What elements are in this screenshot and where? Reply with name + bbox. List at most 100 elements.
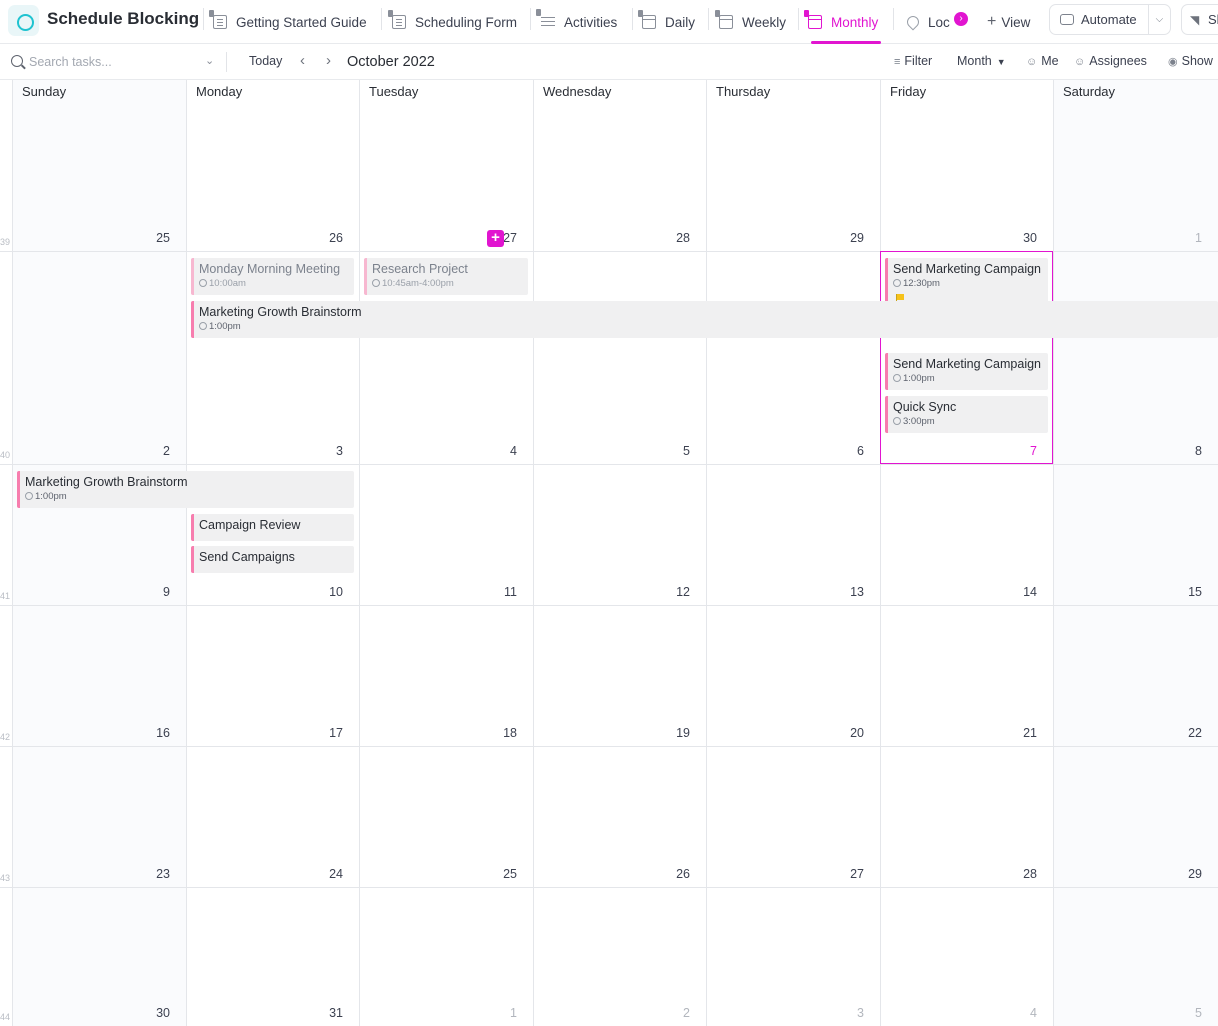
day-cell[interactable] — [359, 605, 533, 746]
day-cell[interactable] — [12, 251, 186, 464]
calendar-event[interactable]: Send Campaigns — [191, 546, 354, 573]
day-cell[interactable] — [533, 746, 706, 887]
eye-icon: ◉ — [1168, 56, 1178, 68]
tab-weekly[interactable]: Weekly — [715, 0, 786, 44]
day-cell[interactable] — [880, 464, 1053, 605]
automate-label: Automate — [1081, 12, 1137, 27]
divider — [530, 8, 531, 30]
calendar-icon — [804, 10, 822, 29]
day-number: 30 — [1023, 231, 1037, 245]
day-cell[interactable] — [12, 746, 186, 887]
day-cell[interactable] — [533, 80, 706, 251]
day-cell[interactable] — [1053, 605, 1218, 746]
tab-activities[interactable]: Activities — [536, 0, 617, 44]
day-number: 4 — [510, 444, 517, 458]
day-cell[interactable] — [12, 80, 186, 251]
day-cell[interactable] — [1053, 464, 1218, 605]
day-number: 8 — [1195, 444, 1202, 458]
day-cell[interactable] — [1053, 251, 1218, 464]
plus-icon: + — [987, 13, 997, 30]
add-task-plus-icon[interactable]: + — [487, 230, 504, 247]
tab-monthly[interactable]: Monthly — [804, 0, 878, 44]
share-button[interactable]: ◥ Sh — [1181, 4, 1218, 35]
show-button[interactable]: ◉ Show — [1168, 54, 1213, 68]
week-number: 42 — [0, 732, 11, 742]
day-cell[interactable] — [706, 605, 880, 746]
calendar-event[interactable]: Quick Sync 3:00pm — [885, 396, 1048, 433]
day-number: 20 — [850, 726, 864, 740]
day-cell[interactable] — [533, 605, 706, 746]
day-cell[interactable] — [880, 746, 1053, 887]
day-cell[interactable] — [359, 464, 533, 605]
me-filter-button[interactable]: ☺ Me — [1026, 54, 1059, 68]
calendar-event[interactable]: Monday Morning Meeting 10:00am — [191, 258, 354, 295]
calendar-event[interactable]: Research Project 10:45am-4:00pm — [364, 258, 528, 295]
divider — [708, 8, 709, 30]
day-cell[interactable] — [359, 746, 533, 887]
day-cell[interactable] — [706, 80, 880, 251]
robot-icon — [1060, 14, 1074, 25]
automate-button[interactable]: Automate ⌵ — [1049, 4, 1171, 35]
day-cell[interactable] — [706, 251, 880, 464]
form-icon — [388, 10, 406, 29]
day-number: 13 — [850, 585, 864, 599]
calendar-event[interactable]: Marketing Growth Brainstorm 1:00pm — [17, 471, 354, 508]
day-cell[interactable] — [186, 605, 359, 746]
day-number: 12 — [676, 585, 690, 599]
day-cell[interactable] — [1053, 80, 1218, 251]
space-logo-icon[interactable] — [8, 5, 39, 36]
user-icon: ☺ — [1026, 56, 1038, 68]
chevron-down-icon[interactable]: ⌵ — [1156, 14, 1164, 25]
filter-icon: ≡ — [894, 56, 901, 68]
chevron-down-icon[interactable]: ⌄ — [205, 54, 214, 67]
event-time-text: 1:00pm — [903, 373, 935, 384]
day-number: 29 — [850, 231, 864, 245]
day-cell[interactable] — [12, 605, 186, 746]
tab-label: Scheduling Form — [415, 14, 518, 30]
clock-icon — [893, 417, 901, 425]
search-input[interactable] — [29, 52, 209, 72]
today-button[interactable]: Today — [249, 54, 282, 68]
day-number: 25 — [156, 231, 170, 245]
more-views-chevron-icon[interactable]: › — [954, 12, 968, 26]
tab-label: Daily — [665, 14, 696, 30]
event-time: 1:00pm — [199, 321, 1218, 332]
event-time: 1:00pm — [893, 373, 1048, 384]
period-select[interactable]: Month ▼ — [957, 54, 1006, 68]
day-cell[interactable] — [880, 80, 1053, 251]
calendar-event[interactable]: Send Marketing Campaign 1:00pm — [885, 353, 1048, 390]
day-number: 22 — [1188, 726, 1202, 740]
day-number: 6 — [857, 444, 864, 458]
tab-location[interactable]: Loc — [904, 0, 950, 44]
week-number: 44 — [0, 1012, 11, 1022]
filter-button[interactable]: ≡ Filter — [894, 54, 932, 68]
day-number: 3 — [857, 1006, 864, 1020]
day-cell[interactable] — [880, 605, 1053, 746]
add-view-label: View — [1001, 14, 1031, 30]
next-month-chevron-icon[interactable]: › — [326, 52, 331, 69]
day-cell[interactable] — [706, 746, 880, 887]
add-view-button[interactable]: + View — [987, 0, 1030, 44]
tab-scheduling-form[interactable]: Scheduling Form — [388, 0, 518, 44]
day-number: 2 — [163, 444, 170, 458]
space-title[interactable]: Schedule Blocking — [47, 9, 199, 29]
calendar-event[interactable]: Send Marketing Campaign 12:30pm — [885, 258, 1048, 305]
event-title: Quick Sync — [893, 400, 957, 414]
tab-getting-started-guide[interactable]: Getting Started Guide — [209, 0, 367, 44]
tab-daily[interactable]: Daily — [638, 0, 696, 44]
calendar-event[interactable]: Marketing Growth Brainstorm 1:00pm — [191, 301, 1218, 338]
previous-month-chevron-icon[interactable]: ‹ — [300, 52, 305, 69]
top-bar: Schedule Blocking Getting Started Guide … — [0, 0, 1218, 44]
day-cell[interactable] — [359, 80, 533, 251]
day-number: 26 — [329, 231, 343, 245]
day-cell[interactable] — [1053, 746, 1218, 887]
day-cell[interactable] — [186, 80, 359, 251]
day-cell[interactable] — [533, 464, 706, 605]
calendar-event[interactable]: Campaign Review — [191, 514, 354, 541]
day-cell[interactable] — [533, 251, 706, 464]
assignees-button[interactable]: ☺ Assignees — [1074, 54, 1147, 68]
day-cell[interactable] — [706, 464, 880, 605]
day-cell[interactable] — [186, 746, 359, 887]
day-number: 21 — [1023, 726, 1037, 740]
clock-icon — [893, 374, 901, 382]
